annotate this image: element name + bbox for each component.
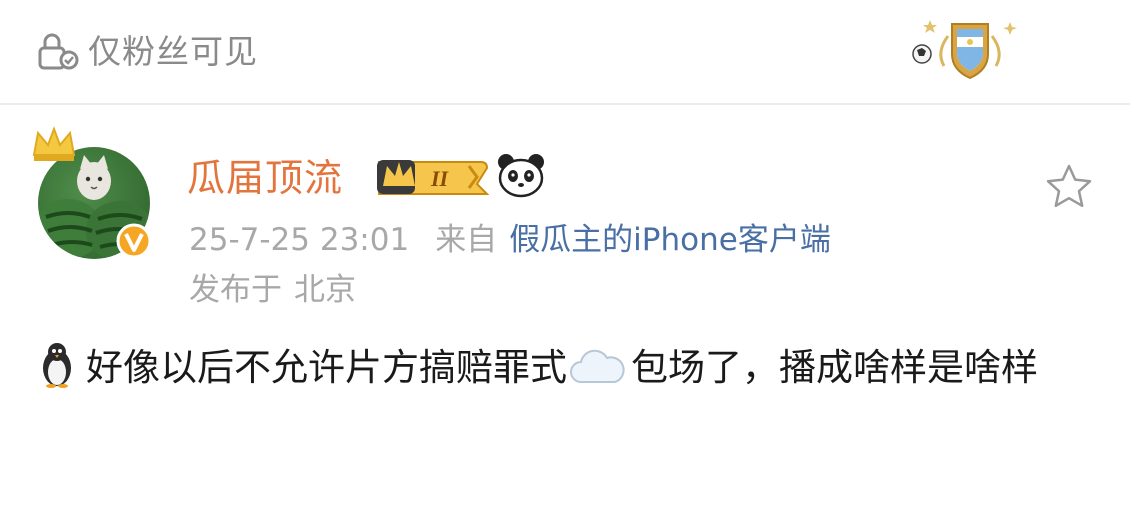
lock-person-icon [38, 33, 79, 70]
author-avatar-group[interactable] [30, 125, 160, 265]
vip-level-text: II [430, 166, 450, 191]
visibility-label[interactable]: 仅粉丝可见 [88, 28, 258, 76]
cloud-emoji [570, 349, 625, 383]
divider [0, 103, 1130, 105]
verified-v-icon [116, 223, 152, 259]
panda-icon [498, 154, 544, 198]
post-content: 好像以后不允许片方搞赔罪式 包场了，播成啥样是啥样 [36, 340, 1096, 396]
post-text-1: 好像以后不允许片方搞赔罪式 [86, 346, 567, 389]
post-meta: 25-7-25 23:01 来自 假瓜主的iPhone客户端 [189, 216, 831, 264]
author-name[interactable]: 瓜届顶流 [187, 150, 343, 206]
post-text-2: 包场了，播成啥样是啥样 [631, 346, 1038, 389]
timestamp: 25-7-25 23:01 [189, 222, 410, 258]
argentina-shield-badge-icon[interactable] [900, 6, 1030, 96]
crown-icon [32, 126, 76, 161]
client-link[interactable]: 假瓜主的iPhone客户端 [509, 222, 831, 258]
star-icon[interactable] [1044, 162, 1094, 212]
from-label: 来自 [435, 222, 498, 258]
vip-level-badge[interactable]: II [373, 154, 489, 200]
location-city: 北京 [294, 272, 356, 308]
post-location: 发布于 北京 [189, 266, 356, 314]
location-label: 发布于 [189, 272, 282, 308]
penguin-emoji [43, 343, 71, 388]
top-bar: 仅粉丝可见 [0, 0, 1130, 104]
